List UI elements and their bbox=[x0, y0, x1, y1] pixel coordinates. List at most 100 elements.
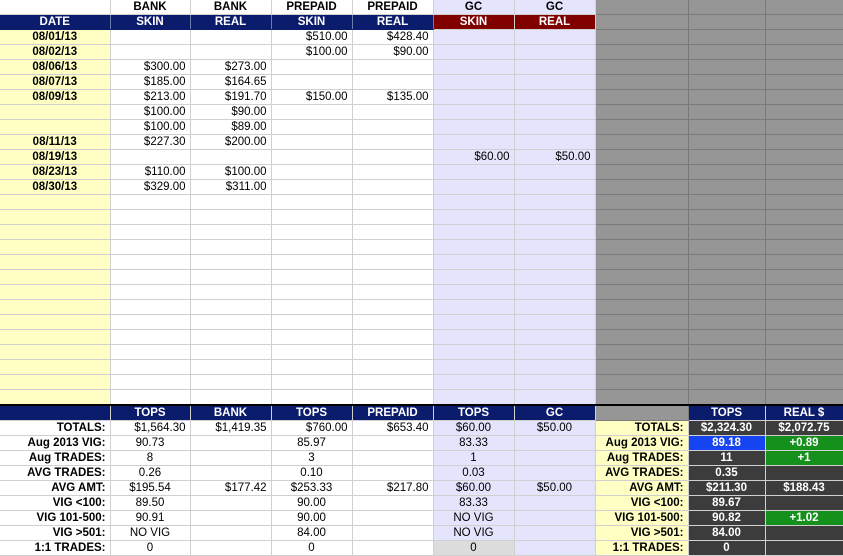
gray-cell[interactable] bbox=[688, 29, 766, 45]
amount-cell[interactable] bbox=[352, 374, 434, 390]
summary-value[interactable]: $253.33 bbox=[271, 480, 353, 496]
gray-cell[interactable] bbox=[688, 239, 766, 255]
date-cell[interactable] bbox=[0, 344, 111, 360]
gray-cell[interactable] bbox=[595, 164, 689, 180]
amount-cell[interactable] bbox=[514, 374, 596, 390]
amount-cell[interactable] bbox=[352, 359, 434, 375]
gray-cell[interactable] bbox=[595, 29, 689, 45]
gray-cell[interactable] bbox=[595, 149, 689, 165]
totals-label[interactable]: VIG <100: bbox=[595, 495, 689, 511]
gray-cell[interactable] bbox=[595, 403, 689, 421]
gray-cell[interactable] bbox=[595, 119, 689, 135]
totals-delta[interactable] bbox=[765, 540, 843, 556]
gray-cell[interactable] bbox=[765, 104, 843, 120]
gray-cell[interactable] bbox=[688, 329, 766, 345]
summary-value[interactable] bbox=[514, 495, 596, 511]
amount-cell[interactable] bbox=[433, 389, 515, 405]
amount-cell[interactable] bbox=[352, 314, 434, 330]
date-cell[interactable]: 08/02/13 bbox=[0, 44, 111, 60]
date-cell[interactable] bbox=[0, 374, 111, 390]
amount-cell[interactable] bbox=[514, 224, 596, 240]
summary-value[interactable]: $177.42 bbox=[190, 480, 272, 496]
amount-cell[interactable]: $100.00 bbox=[271, 44, 353, 60]
gray-cell[interactable] bbox=[688, 0, 766, 15]
column-header[interactable]: SKIN bbox=[110, 14, 191, 30]
gray-cell[interactable] bbox=[765, 164, 843, 180]
gray-cell[interactable] bbox=[595, 59, 689, 75]
amount-cell[interactable] bbox=[271, 149, 353, 165]
summary-value[interactable] bbox=[514, 510, 596, 526]
amount-cell[interactable] bbox=[271, 179, 353, 195]
amount-cell[interactable] bbox=[110, 329, 191, 345]
amount-cell[interactable]: $510.00 bbox=[271, 29, 353, 45]
date-cell[interactable]: 08/30/13 bbox=[0, 179, 111, 195]
date-cell[interactable]: 08/23/13 bbox=[0, 164, 111, 180]
date-cell[interactable] bbox=[0, 329, 111, 345]
gray-cell[interactable] bbox=[765, 314, 843, 330]
amount-cell[interactable]: $100.00 bbox=[190, 164, 272, 180]
amount-cell[interactable] bbox=[110, 254, 191, 270]
amount-cell[interactable] bbox=[352, 254, 434, 270]
summary-value[interactable] bbox=[514, 540, 596, 556]
gray-cell[interactable] bbox=[595, 224, 689, 240]
gray-cell[interactable] bbox=[765, 374, 843, 390]
totals-label[interactable]: 1:1 TRADES: bbox=[595, 540, 689, 556]
gray-cell[interactable] bbox=[688, 179, 766, 195]
summary-value[interactable]: $1,419.35 bbox=[190, 420, 272, 436]
amount-cell[interactable] bbox=[514, 44, 596, 60]
amount-cell[interactable] bbox=[190, 344, 272, 360]
amount-cell[interactable] bbox=[514, 269, 596, 285]
totals-column-header[interactable]: TOPS bbox=[688, 403, 766, 421]
amount-cell[interactable] bbox=[433, 329, 515, 345]
date-cell[interactable] bbox=[0, 359, 111, 375]
gray-cell[interactable] bbox=[688, 14, 766, 30]
amount-cell[interactable] bbox=[514, 284, 596, 300]
summary-column-header[interactable]: BANK bbox=[190, 403, 272, 421]
amount-cell[interactable] bbox=[514, 194, 596, 210]
gray-cell[interactable] bbox=[595, 359, 689, 375]
gray-cell[interactable] bbox=[765, 209, 843, 225]
amount-cell[interactable] bbox=[352, 284, 434, 300]
summary-label[interactable]: VIG >501: bbox=[0, 525, 111, 541]
gray-cell[interactable] bbox=[765, 194, 843, 210]
amount-cell[interactable] bbox=[352, 104, 434, 120]
totals-value[interactable]: 84.00 bbox=[688, 525, 766, 541]
column-header[interactable]: SKIN bbox=[271, 14, 353, 30]
amount-cell[interactable] bbox=[271, 359, 353, 375]
amount-cell[interactable] bbox=[110, 149, 191, 165]
gray-cell[interactable] bbox=[765, 44, 843, 60]
date-cell[interactable] bbox=[0, 209, 111, 225]
totals-value[interactable]: $2,324.30 bbox=[688, 420, 766, 436]
amount-cell[interactable]: $100.00 bbox=[110, 119, 191, 135]
totals-column-header[interactable]: REAL $ bbox=[765, 403, 843, 421]
gray-cell[interactable] bbox=[595, 194, 689, 210]
amount-cell[interactable] bbox=[514, 344, 596, 360]
summary-value[interactable] bbox=[190, 510, 272, 526]
gray-cell[interactable] bbox=[595, 104, 689, 120]
amount-cell[interactable] bbox=[271, 194, 353, 210]
summary-value[interactable]: 0 bbox=[433, 540, 515, 556]
amount-cell[interactable] bbox=[514, 74, 596, 90]
amount-cell[interactable] bbox=[271, 389, 353, 405]
amount-cell[interactable] bbox=[190, 29, 272, 45]
summary-column-header[interactable]: PREPAID bbox=[352, 403, 434, 421]
amount-cell[interactable] bbox=[271, 284, 353, 300]
gray-cell[interactable] bbox=[595, 134, 689, 150]
amount-cell[interactable] bbox=[271, 224, 353, 240]
totals-value[interactable]: $211.30 bbox=[688, 480, 766, 496]
summary-value[interactable]: $50.00 bbox=[514, 480, 596, 496]
amount-cell[interactable]: $329.00 bbox=[110, 179, 191, 195]
amount-cell[interactable] bbox=[352, 179, 434, 195]
amount-cell[interactable]: $100.00 bbox=[110, 104, 191, 120]
amount-cell[interactable] bbox=[514, 389, 596, 405]
gray-cell[interactable] bbox=[595, 344, 689, 360]
totals-label[interactable]: Aug TRADES: bbox=[595, 450, 689, 466]
amount-cell[interactable]: $300.00 bbox=[110, 59, 191, 75]
summary-value[interactable]: NO VIG bbox=[433, 510, 515, 526]
totals-value[interactable]: 0.35 bbox=[688, 465, 766, 481]
gray-cell[interactable] bbox=[595, 179, 689, 195]
amount-cell[interactable] bbox=[433, 239, 515, 255]
summary-value[interactable] bbox=[514, 465, 596, 481]
amount-cell[interactable] bbox=[433, 164, 515, 180]
amount-cell[interactable] bbox=[514, 359, 596, 375]
